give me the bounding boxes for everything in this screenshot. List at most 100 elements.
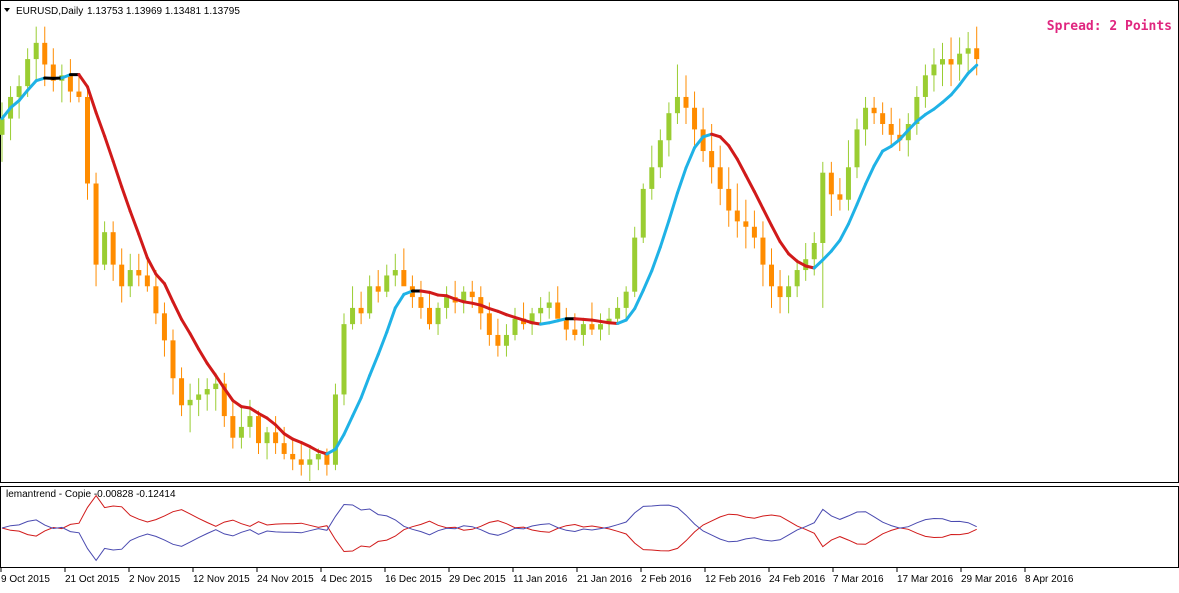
candle-body <box>657 140 663 168</box>
candle-body <box>435 307 441 325</box>
x-tick-label: 12 Nov 2015 <box>193 574 250 585</box>
candle-body <box>161 313 167 341</box>
candle-body <box>640 188 646 238</box>
x-tick-label: 2 Feb 2016 <box>641 574 692 585</box>
indicator-panel-frame <box>0 486 1179 568</box>
candle-body <box>572 329 578 335</box>
x-tick-label: 17 Mar 2016 <box>897 574 954 585</box>
candle-body <box>324 453 330 465</box>
candle-body <box>298 459 304 465</box>
candle-body <box>67 75 73 92</box>
candle-body <box>33 42 39 60</box>
ohlc-values: 1.13753 1.13969 1.13481 1.13795 <box>87 6 240 17</box>
candle-body <box>256 416 261 444</box>
candle-body <box>777 286 783 298</box>
candle-body <box>666 113 672 141</box>
candle-body <box>427 307 432 325</box>
candle-body <box>85 96 90 184</box>
candle-body <box>213 383 219 390</box>
candle-body <box>392 270 398 276</box>
candle-body <box>837 194 843 200</box>
candle-body <box>888 124 894 135</box>
candle-body <box>828 172 834 195</box>
candle-body <box>931 64 937 76</box>
candle-body <box>555 302 561 319</box>
candle-body <box>734 210 740 222</box>
candle-body <box>820 172 826 243</box>
main-panel-frame <box>0 0 1179 483</box>
candle-body <box>187 399 193 406</box>
candle-body <box>418 297 424 308</box>
candle-body <box>546 302 552 308</box>
x-tick-label: 12 Feb 2016 <box>705 574 762 585</box>
x-tick-label: 24 Nov 2015 <box>257 574 314 585</box>
x-tick-label: 21 Oct 2015 <box>65 574 120 585</box>
candle-body <box>589 324 595 330</box>
candle-body <box>615 307 621 319</box>
candle-body <box>136 270 142 276</box>
candle-body <box>204 389 210 395</box>
candle-body <box>538 307 544 314</box>
candle-body <box>580 324 586 335</box>
candle-body <box>871 107 877 114</box>
candle-body <box>922 75 928 97</box>
x-tick-label: 29 Dec 2015 <box>449 574 506 585</box>
x-tick-label: 9 Oct 2015 <box>1 574 50 585</box>
candle-body <box>230 416 236 438</box>
x-axis-ticks: 9 Oct 2015 21 Oct 2015 2 Nov 2015 12 Nov 20… <box>0 568 1074 585</box>
candle-body <box>367 286 373 314</box>
candle-body <box>110 232 116 265</box>
candle-body <box>486 313 492 335</box>
candle-body <box>726 188 732 211</box>
candle-body <box>760 237 766 265</box>
candle-body <box>196 394 202 400</box>
candle-body <box>238 426 244 438</box>
candle-body <box>341 324 347 395</box>
candle-body <box>42 42 48 65</box>
candle-body <box>495 334 501 346</box>
candle-body <box>119 264 125 287</box>
candle-body <box>281 443 287 454</box>
candle-body <box>623 291 629 308</box>
candle-body <box>863 107 869 130</box>
chart-canvas: 9 Oct 2015 21 Oct 2015 2 Nov 2015 12 Nov 20… <box>0 0 1179 585</box>
candle-body <box>384 275 390 292</box>
candle-body <box>957 53 963 65</box>
candle <box>332 383 338 471</box>
candle-body <box>102 232 108 265</box>
spread-label: Spread: 2 Points <box>1047 19 1172 34</box>
candle-body <box>794 270 800 287</box>
candle-body <box>315 453 321 460</box>
candle-body <box>880 113 886 124</box>
x-tick-label: 4 Dec 2015 <box>321 574 373 585</box>
candle-body <box>93 183 99 265</box>
candle-body <box>965 48 971 54</box>
candle-body <box>76 91 82 97</box>
x-tick-label: 24 Feb 2016 <box>769 574 826 585</box>
candle-body <box>598 324 603 330</box>
candle-body <box>845 167 851 200</box>
candle-body <box>683 96 689 108</box>
candle-body <box>786 286 792 298</box>
candle-body <box>247 416 253 427</box>
candle-body <box>179 378 185 406</box>
candle-body <box>692 107 698 130</box>
candle-body <box>153 286 159 314</box>
x-tick-label: 8 Apr 2016 <box>1025 574 1074 585</box>
candle-body <box>290 453 296 460</box>
candle-body <box>709 151 715 168</box>
candle-body <box>503 334 509 346</box>
x-tick-label: 11 Jan 2016 <box>513 574 568 585</box>
candle-body <box>307 459 313 465</box>
candle-body <box>743 221 749 227</box>
indicator-label: lemantrend - Copie -0.00828 -0.12414 <box>6 489 176 500</box>
candle-body <box>674 96 680 114</box>
candle-body <box>332 394 338 465</box>
candle-body <box>751 226 757 238</box>
candle-body <box>769 264 774 287</box>
x-tick-label: 21 Jan 2016 <box>577 574 632 585</box>
candle-body <box>170 340 176 379</box>
candle <box>85 86 90 200</box>
candle-body <box>632 237 638 292</box>
candle-body <box>350 307 356 325</box>
